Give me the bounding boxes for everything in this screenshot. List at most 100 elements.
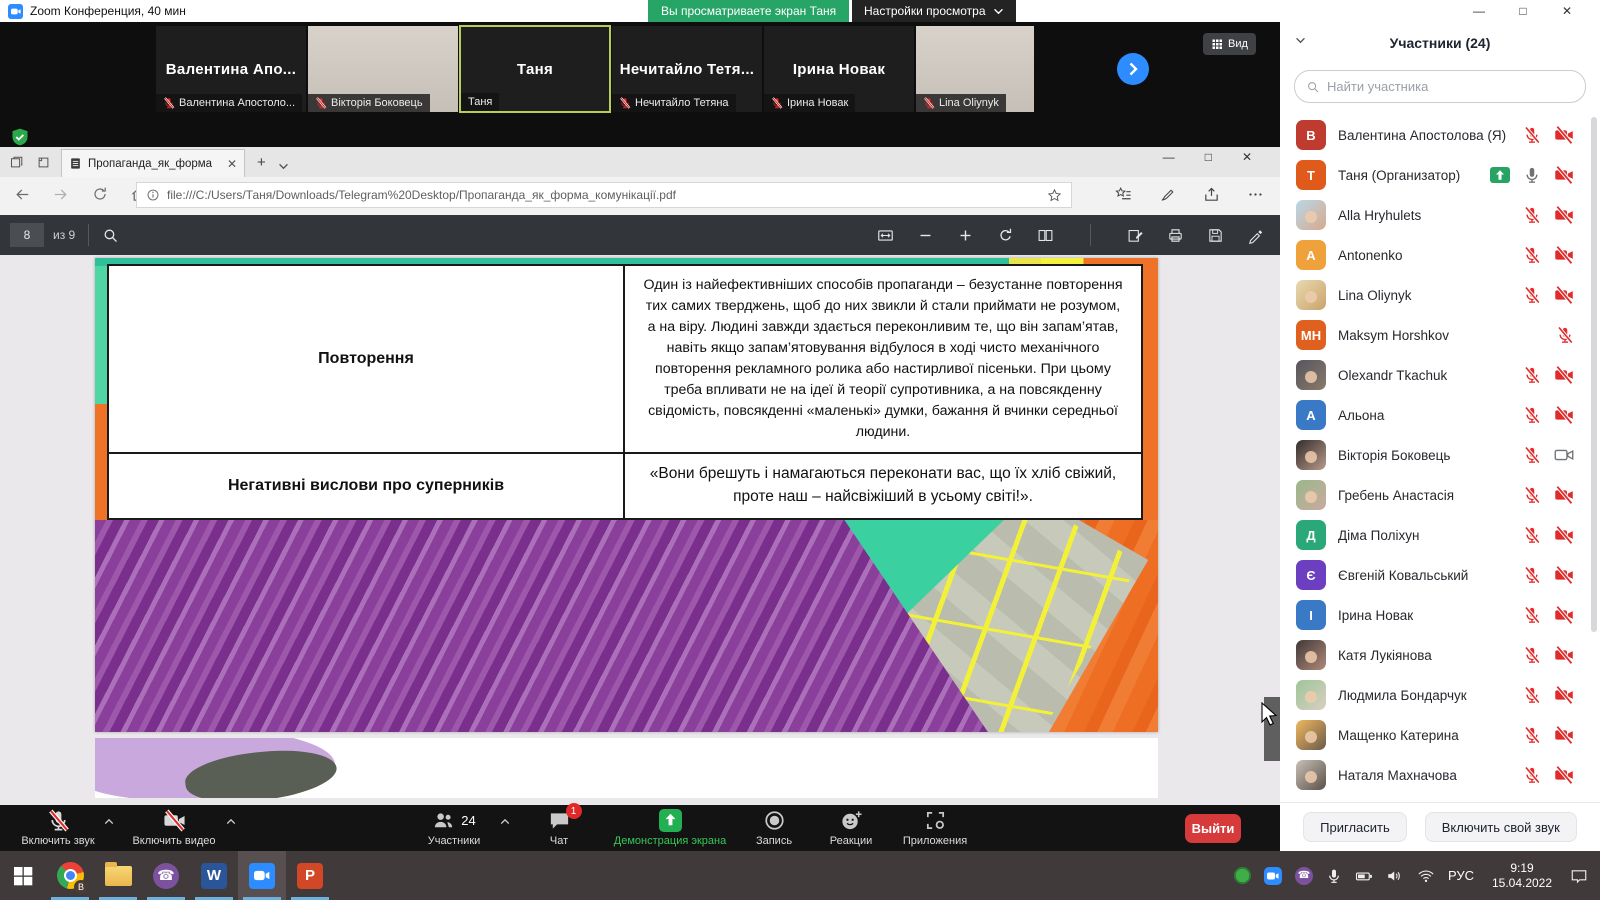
participant-row[interactable]: ВВалентина Апостолова (Я) <box>1280 115 1600 155</box>
browser-restore-button[interactable]: □ <box>1205 150 1212 164</box>
microphone-tray-icon[interactable] <box>1326 868 1342 884</box>
new-tab-button[interactable]: + <box>245 154 276 177</box>
browser-tab[interactable]: Пропаганда_як_форма ✕ <box>61 149 245 177</box>
start-button[interactable] <box>0 851 46 900</box>
taskbar-powerpoint[interactable]: P <box>286 851 334 900</box>
set-tabs-aside-icon[interactable] <box>9 155 24 170</box>
next-participants-button[interactable] <box>1117 53 1149 85</box>
restore-button[interactable]: □ <box>1508 0 1538 22</box>
minimize-button[interactable]: — <box>1464 0 1494 22</box>
viber-tray-icon[interactable]: ☎ <box>1295 867 1313 885</box>
video-tile-5[interactable]: Ірина НовакІрина Новак <box>763 25 915 113</box>
taskbar-explorer[interactable] <box>94 851 142 900</box>
annotate-icon[interactable] <box>1127 227 1144 244</box>
pdf-scrollbar-thumb[interactable] <box>1264 697 1280 761</box>
toolbar-participants-button[interactable]: 24Участники <box>402 808 506 847</box>
favorites-star-icon[interactable] <box>1047 188 1062 203</box>
browser-minimize-button[interactable]: — <box>1163 150 1175 164</box>
back-icon[interactable] <box>14 186 31 203</box>
tab-title: Пропаганда_як_форма <box>88 158 221 170</box>
panel-collapse-chevron-icon[interactable] <box>1295 37 1306 44</box>
toolbar-apps-button[interactable]: Приложения <box>892 808 978 847</box>
participant-name: Maksym Horshkov <box>1338 328 1544 343</box>
pdf-content-area[interactable]: Повторення Один із найефективніших спосо… <box>0 255 1280 805</box>
toolbar-share-screen-button[interactable]: Демонстрация экрана <box>600 808 740 847</box>
panel-scrollbar-thumb[interactable] <box>1591 117 1597 632</box>
participant-row[interactable]: ДДіма Поліхун <box>1280 515 1600 555</box>
video-tile-3[interactable]: ТаняТаня <box>459 25 611 113</box>
participant-row[interactable]: Гребень Анастасія <box>1280 475 1600 515</box>
browser-close-button[interactable]: ✕ <box>1242 150 1252 164</box>
caret-up-icon[interactable] <box>226 818 236 825</box>
mic-muted-icon <box>1523 366 1541 384</box>
antivirus-tray-icon[interactable] <box>1234 867 1251 884</box>
invite-button[interactable]: Пригласить <box>1303 812 1407 842</box>
participant-row[interactable]: MHMaksym Horshkov <box>1280 315 1600 355</box>
participant-row[interactable]: ЄЄвгеній Ковальський <box>1280 555 1600 595</box>
search-icon[interactable] <box>102 227 119 244</box>
taskbar-word[interactable]: W <box>190 851 238 900</box>
view-settings-dropdown[interactable]: Настройки просмотра <box>852 0 1016 22</box>
toolbar-reactions-button[interactable]: Реакции <box>818 808 884 847</box>
caret-up-icon[interactable] <box>104 818 114 825</box>
participant-row[interactable]: Lina Oliynyk <box>1280 275 1600 315</box>
draw-icon[interactable] <box>1247 227 1264 244</box>
zoom-in-icon[interactable] <box>957 227 974 244</box>
network-icon[interactable] <box>1417 867 1435 885</box>
tabs-preview-icon[interactable] <box>36 155 51 170</box>
print-icon[interactable] <box>1167 227 1184 244</box>
participant-row[interactable]: Катя Лукіянова <box>1280 635 1600 675</box>
participant-row[interactable]: Людмила Бондарчук <box>1280 675 1600 715</box>
participant-row[interactable]: Наталя Махначова <box>1280 755 1600 795</box>
participant-row[interactable]: Мащенко Катерина <box>1280 715 1600 755</box>
video-tile-2[interactable]: Вікторія Боковець <box>307 25 459 113</box>
forward-icon[interactable] <box>52 186 69 203</box>
video-tile-6[interactable]: Lina Oliynyk <box>915 25 1035 113</box>
toolbar-mic-off-button[interactable]: Включить звук <box>6 808 110 847</box>
avatar <box>1296 640 1326 670</box>
info-icon[interactable] <box>146 188 160 202</box>
save-icon[interactable] <box>1207 227 1224 244</box>
powerpoint-icon: P <box>297 863 323 889</box>
taskbar-zoom[interactable] <box>238 851 286 900</box>
zoom-out-icon[interactable] <box>917 227 934 244</box>
page-view-icon[interactable] <box>1037 227 1054 244</box>
search-participant-input[interactable]: Найти участника <box>1294 70 1586 103</box>
view-button[interactable]: Вид <box>1203 33 1256 55</box>
fit-width-icon[interactable] <box>877 227 894 244</box>
volume-icon[interactable] <box>1386 867 1404 885</box>
participant-row[interactable]: ІІрина Новак <box>1280 595 1600 635</box>
favorites-list-icon[interactable] <box>1115 186 1132 203</box>
zoom-tray-icon[interactable] <box>1264 867 1282 885</box>
close-button[interactable]: ✕ <box>1552 0 1582 22</box>
participant-row[interactable]: Вікторія Боковець <box>1280 435 1600 475</box>
tab-list-chevron-icon[interactable] <box>276 163 297 177</box>
rotate-icon[interactable] <box>997 227 1014 244</box>
page-number-field[interactable]: 8 <box>10 223 44 247</box>
notification-center-icon[interactable] <box>1570 867 1588 885</box>
toolbar-cam-off-button[interactable]: Включить видео <box>116 808 232 847</box>
toolbar-chat-button[interactable]: 1Чат <box>528 808 590 847</box>
video-tile-1[interactable]: Валентина Апо...Валентина Апостоло... <box>155 25 307 113</box>
unmute-self-button[interactable]: Включить свой звук <box>1425 812 1577 842</box>
battery-icon[interactable] <box>1355 867 1373 885</box>
clock[interactable]: 9:19 15.04.2022 <box>1487 861 1557 891</box>
participant-row[interactable]: ТТаня (Организатор) <box>1280 155 1600 195</box>
video-tile-4[interactable]: Нечитайло Тетя...Нечитайло Тетяна <box>611 25 763 113</box>
caret-up-icon[interactable] <box>500 818 510 825</box>
more-dots-icon[interactable] <box>1247 186 1264 203</box>
refresh-icon[interactable] <box>92 186 108 202</box>
tab-close-icon[interactable]: ✕ <box>227 157 237 171</box>
participant-row[interactable]: Olexandr Tkachuk <box>1280 355 1600 395</box>
leave-meeting-button[interactable]: Выйти <box>1185 814 1241 843</box>
taskbar-chrome[interactable]: B <box>46 851 94 900</box>
participant-row[interactable]: ААльона <box>1280 395 1600 435</box>
toolbar-record-button[interactable]: Запись <box>742 808 806 847</box>
address-bar[interactable]: file:///C:/Users/Таня/Downloads/Telegram… <box>136 182 1072 208</box>
share-icon[interactable] <box>1203 186 1220 203</box>
web-note-pen-icon[interactable] <box>1159 186 1176 203</box>
participant-row[interactable]: AAntonenko <box>1280 235 1600 275</box>
participant-row[interactable]: Alla Hryhulets <box>1280 195 1600 235</box>
taskbar-viber[interactable]: ☎ <box>142 851 190 900</box>
language-indicator[interactable]: РУС <box>1448 868 1474 883</box>
